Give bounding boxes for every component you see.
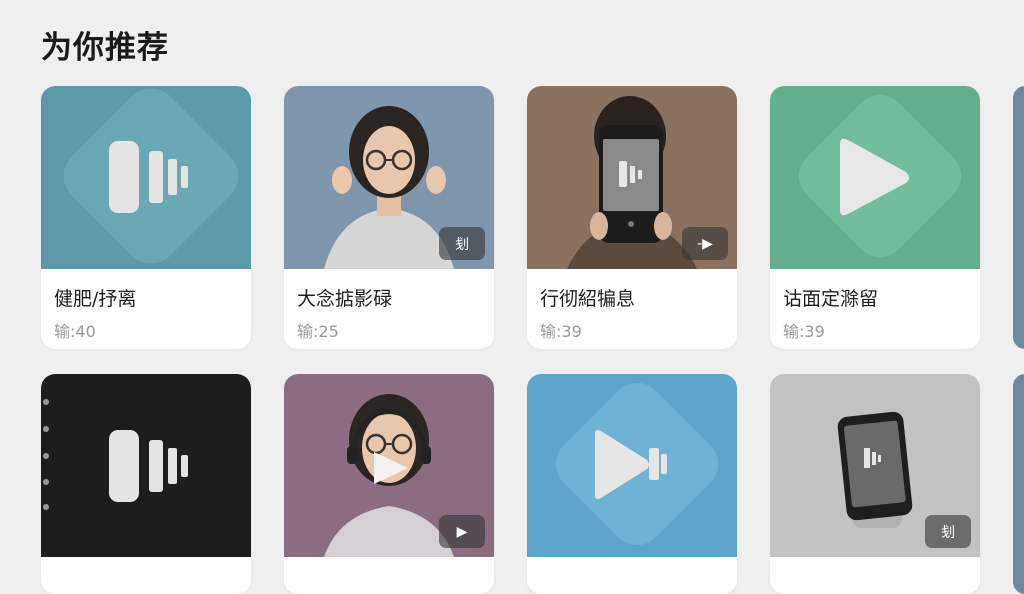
card-thumbnail: 刬 bbox=[284, 86, 494, 269]
card-thumbnail bbox=[41, 374, 251, 557]
next-card-peek[interactable] bbox=[1013, 374, 1024, 594]
card-thumbnail: -▶ bbox=[527, 86, 737, 269]
card-thumbnail bbox=[527, 374, 737, 557]
card-meta: 输:39 bbox=[540, 322, 582, 341]
recommend-card[interactable] bbox=[527, 374, 737, 594]
card-thumbnail: ▶ bbox=[284, 374, 494, 557]
card-title: 大念掂影碌 bbox=[297, 288, 393, 310]
phone-icon bbox=[837, 411, 913, 521]
video-tag-badge: 刬 bbox=[925, 515, 971, 548]
card-title: 诂面定滁留 bbox=[783, 288, 879, 310]
next-card-peek[interactable] bbox=[1013, 86, 1024, 349]
card-thumbnail: 刬 bbox=[770, 374, 980, 557]
card-title: 健肥/抒离 bbox=[54, 288, 137, 310]
card-title: 行彻紹犏息 bbox=[540, 288, 636, 310]
card-meta: 输:25 bbox=[297, 322, 339, 341]
recommend-card[interactable]: -▶ 行彻紹犏息 输:39 bbox=[527, 86, 737, 349]
phone-icon bbox=[599, 125, 663, 243]
recommend-card[interactable] bbox=[41, 374, 251, 594]
section-title: 为你推荐 bbox=[41, 30, 169, 66]
recommend-card[interactable]: 刬 大念掂影碌 输:25 bbox=[284, 86, 494, 349]
card-meta: 输:39 bbox=[783, 322, 825, 341]
card-thumbnail bbox=[770, 86, 980, 269]
card-meta: 输:40 bbox=[54, 322, 96, 341]
recommend-card[interactable]: 诂面定滁留 输:39 bbox=[770, 86, 980, 349]
recommend-card[interactable]: ▶ bbox=[284, 374, 494, 594]
video-tag-badge: ▶ bbox=[439, 515, 485, 548]
recommend-card[interactable]: 健肥/抒离 输:40 bbox=[41, 86, 251, 349]
recommend-card[interactable]: 刬 bbox=[770, 374, 980, 594]
video-tag-badge: -▶ bbox=[682, 227, 728, 260]
card-thumbnail bbox=[41, 86, 251, 269]
video-tag-badge: 刬 bbox=[439, 227, 485, 260]
